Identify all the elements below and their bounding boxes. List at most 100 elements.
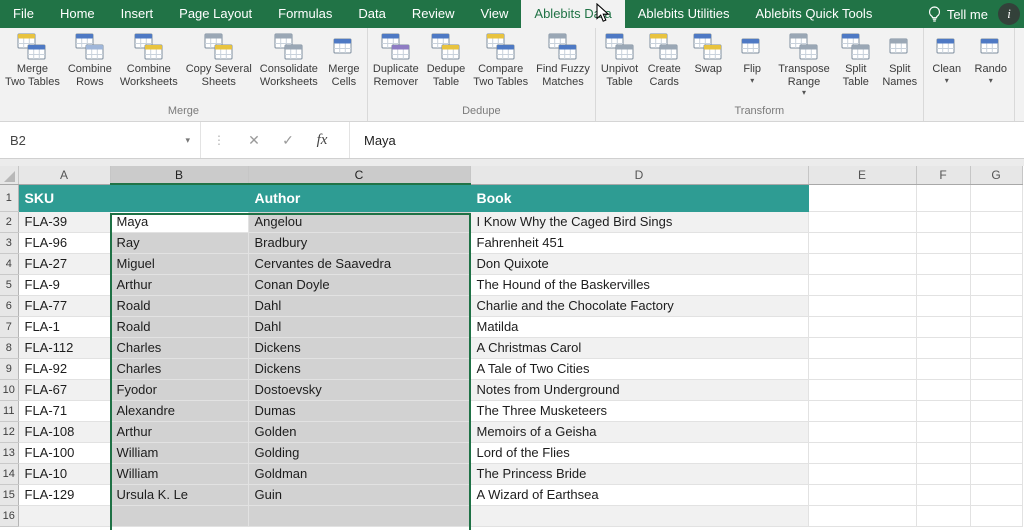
- cell-B16[interactable]: [110, 505, 248, 526]
- cell-D14[interactable]: The Princess Bride: [470, 463, 808, 484]
- name-box-chevron-icon[interactable]: ▾: [185, 135, 190, 146]
- cell-C8[interactable]: Dickens: [248, 337, 470, 358]
- ribbon-button-find-fuzzy-matches[interactable]: Find FuzzyMatches: [532, 30, 594, 90]
- formula-input[interactable]: Maya: [349, 122, 1024, 158]
- cell-C16[interactable]: [248, 505, 470, 526]
- ribbon-button-swap[interactable]: Swap: [686, 30, 730, 78]
- cell-F16[interactable]: [916, 505, 970, 526]
- cell-B2[interactable]: Maya: [110, 211, 248, 232]
- row-header-9[interactable]: 9: [0, 358, 18, 379]
- cell-E7[interactable]: [808, 316, 916, 337]
- cell-E11[interactable]: [808, 400, 916, 421]
- column-header-A[interactable]: A: [18, 166, 110, 184]
- cell-C3[interactable]: Bradbury: [248, 232, 470, 253]
- tab-insert[interactable]: Insert: [108, 0, 167, 28]
- cell-C6[interactable]: Dahl: [248, 295, 470, 316]
- ribbon-button-rando[interactable]: Rando▾: [969, 30, 1013, 87]
- cell-B3[interactable]: Ray: [110, 232, 248, 253]
- cell-B8[interactable]: Charles: [110, 337, 248, 358]
- cell-E8[interactable]: [808, 337, 916, 358]
- cell-G8[interactable]: [970, 337, 1022, 358]
- cell-D13[interactable]: Lord of the Flies: [470, 442, 808, 463]
- cell-D3[interactable]: Fahrenheit 451: [470, 232, 808, 253]
- cell-F11[interactable]: [916, 400, 970, 421]
- cell-F3[interactable]: [916, 232, 970, 253]
- ribbon-button-transpose-range[interactable]: TransposeRange▾: [774, 30, 834, 99]
- ribbon-button-copy-several-sheets[interactable]: Copy SeveralSheets: [182, 30, 256, 90]
- ribbon-button-duplicate-remover[interactable]: DuplicateRemover: [369, 30, 423, 90]
- cell-G4[interactable]: [970, 253, 1022, 274]
- cell-D4[interactable]: Don Quixote: [470, 253, 808, 274]
- cell-E16[interactable]: [808, 505, 916, 526]
- cell-F6[interactable]: [916, 295, 970, 316]
- tab-ablebits-data[interactable]: Ablebits Data: [521, 0, 624, 28]
- tab-file[interactable]: File: [0, 0, 47, 28]
- cell-C14[interactable]: Goldman: [248, 463, 470, 484]
- column-header-F[interactable]: F: [916, 166, 970, 184]
- row-header-12[interactable]: 12: [0, 421, 18, 442]
- row-header-2[interactable]: 2: [0, 211, 18, 232]
- cell-D10[interactable]: Notes from Underground: [470, 379, 808, 400]
- cell-E6[interactable]: [808, 295, 916, 316]
- formula-bar-drag-handle-icon[interactable]: ⋮: [201, 133, 237, 147]
- cell-D11[interactable]: The Three Musketeers: [470, 400, 808, 421]
- cell-E10[interactable]: [808, 379, 916, 400]
- cell-G7[interactable]: [970, 316, 1022, 337]
- ribbon-button-combine-rows[interactable]: CombineRows: [64, 30, 116, 90]
- cell-D1[interactable]: Book: [470, 184, 808, 211]
- cell-B10[interactable]: Fyodor: [110, 379, 248, 400]
- ribbon-button-unpivot-table[interactable]: UnpivotTable: [597, 30, 642, 90]
- tab-home[interactable]: Home: [47, 0, 108, 28]
- cell-G12[interactable]: [970, 421, 1022, 442]
- cell-B15[interactable]: Ursula K. Le: [110, 484, 248, 505]
- enter-button[interactable]: ✓: [271, 132, 305, 149]
- row-header-5[interactable]: 5: [0, 274, 18, 295]
- cell-F15[interactable]: [916, 484, 970, 505]
- cell-A5[interactable]: FLA-9: [18, 274, 110, 295]
- cell-A4[interactable]: FLA-27: [18, 253, 110, 274]
- name-box[interactable]: B2 ▾: [0, 122, 200, 158]
- tab-page-layout[interactable]: Page Layout: [166, 0, 265, 28]
- cell-G16[interactable]: [970, 505, 1022, 526]
- cell-E9[interactable]: [808, 358, 916, 379]
- cell-F2[interactable]: [916, 211, 970, 232]
- cell-F12[interactable]: [916, 421, 970, 442]
- tab-formulas[interactable]: Formulas: [265, 0, 345, 28]
- cell-C4[interactable]: Cervantes de Saavedra: [248, 253, 470, 274]
- cell-F10[interactable]: [916, 379, 970, 400]
- cell-A8[interactable]: FLA-112: [18, 337, 110, 358]
- tab-ablebits-utilities[interactable]: Ablebits Utilities: [625, 0, 743, 28]
- cell-C9[interactable]: Dickens: [248, 358, 470, 379]
- row-header-14[interactable]: 14: [0, 463, 18, 484]
- cell-B13[interactable]: William: [110, 442, 248, 463]
- row-header-11[interactable]: 11: [0, 400, 18, 421]
- cell-A6[interactable]: FLA-77: [18, 295, 110, 316]
- row-header-4[interactable]: 4: [0, 253, 18, 274]
- cell-F13[interactable]: [916, 442, 970, 463]
- cell-E15[interactable]: [808, 484, 916, 505]
- ribbon-button-consolidate-worksheets[interactable]: ConsolidateWorksheets: [256, 30, 322, 90]
- cell-F1[interactable]: [916, 184, 970, 211]
- cell-E1[interactable]: [808, 184, 916, 211]
- insert-function-button[interactable]: fx: [305, 132, 339, 149]
- row-header-16[interactable]: 16: [0, 505, 18, 526]
- cell-E12[interactable]: [808, 421, 916, 442]
- cell-B11[interactable]: Alexandre: [110, 400, 248, 421]
- cell-B5[interactable]: Arthur: [110, 274, 248, 295]
- cell-D16[interactable]: [470, 505, 808, 526]
- cell-A3[interactable]: FLA-96: [18, 232, 110, 253]
- cell-G14[interactable]: [970, 463, 1022, 484]
- cancel-button[interactable]: ✕: [237, 132, 271, 149]
- cell-A1[interactable]: SKU: [18, 184, 110, 211]
- ribbon-button-combine-worksheets[interactable]: CombineWorksheets: [116, 30, 182, 90]
- cell-A9[interactable]: FLA-92: [18, 358, 110, 379]
- cell-D2[interactable]: I Know Why the Caged Bird Sings: [470, 211, 808, 232]
- cell-C11[interactable]: Dumas: [248, 400, 470, 421]
- tab-review[interactable]: Review: [399, 0, 468, 28]
- row-header-15[interactable]: 15: [0, 484, 18, 505]
- cell-G6[interactable]: [970, 295, 1022, 316]
- column-header-G[interactable]: G: [970, 166, 1022, 184]
- column-header-B[interactable]: B: [110, 166, 248, 184]
- cell-G5[interactable]: [970, 274, 1022, 295]
- tab-data[interactable]: Data: [345, 0, 398, 28]
